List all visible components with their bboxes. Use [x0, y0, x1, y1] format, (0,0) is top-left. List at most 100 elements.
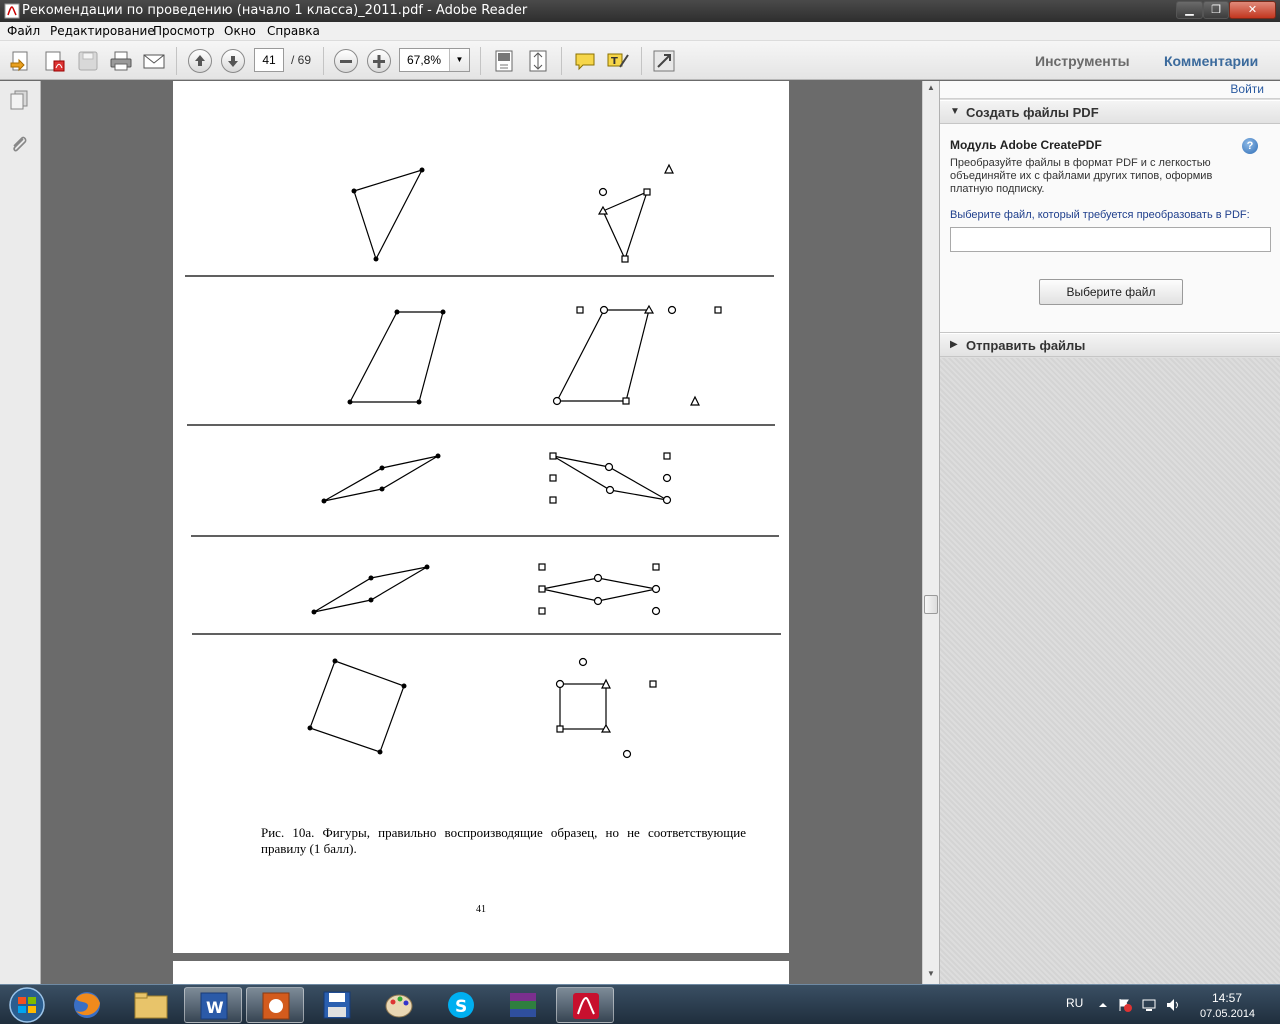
toolbar-separator	[561, 47, 562, 75]
create-pdf-header-label: Создать файлы PDF	[966, 105, 1099, 120]
page-number-footer: 41	[476, 904, 486, 915]
module-title: Модуль Adobe CreatePDF	[950, 138, 1102, 152]
network-icon[interactable]	[1141, 997, 1157, 1013]
taskbar-paint[interactable]	[370, 987, 428, 1023]
taskbar-adobe-reader[interactable]	[556, 987, 614, 1023]
clock-time[interactable]: 14:57	[1212, 991, 1242, 1005]
winrar-icon	[510, 993, 536, 1017]
document-view[interactable]: Рис. 10а. Фигуры, правильно воспроизводя…	[41, 81, 922, 984]
taskbar: W S RU 14:57 07.05.2014	[0, 984, 1280, 1024]
volume-icon[interactable]	[1165, 997, 1181, 1013]
menu-bar: Файл Редактирование Просмотр Окно Справк…	[0, 22, 1280, 41]
taskbar-save-app[interactable]	[308, 987, 366, 1023]
plus-icon	[373, 55, 385, 68]
choose-file-button[interactable]: Выберите файл	[1039, 279, 1183, 305]
toolbar-separator	[323, 47, 324, 75]
figure-caption: Рис. 10а. Фигуры, правильно воспроизводя…	[261, 825, 746, 856]
show-hidden-icons-icon[interactable]	[1095, 997, 1111, 1013]
taskbar-word[interactable]: W	[184, 987, 242, 1023]
attachments-icon[interactable]	[8, 133, 30, 155]
highlight-icon[interactable]: T	[606, 49, 630, 73]
firefox-icon	[74, 992, 100, 1018]
taskbar-explorer[interactable]	[122, 987, 180, 1023]
comment-icon[interactable]	[573, 49, 597, 73]
zoom-out-button[interactable]	[334, 49, 358, 73]
zoom-value: 67,8%	[407, 53, 442, 67]
panel-empty-area	[940, 358, 1280, 984]
send-files-header-label: Отправить файлы	[966, 338, 1086, 353]
login-link[interactable]: Войти	[1230, 82, 1264, 96]
open-file-icon[interactable]	[9, 49, 33, 73]
chevron-down-icon[interactable]: ▼	[449, 49, 469, 71]
adobe-reader-icon	[573, 993, 599, 1019]
create-pdf-icon[interactable]	[42, 49, 66, 73]
close-button[interactable]: ✕	[1229, 1, 1276, 19]
save-icon[interactable]	[76, 49, 100, 73]
fit-page-icon[interactable]	[492, 49, 516, 73]
send-files-section-header[interactable]: ▶ Отправить файлы	[940, 333, 1280, 357]
print-icon[interactable]	[109, 49, 133, 73]
comments-tab[interactable]: Комментарии	[1164, 53, 1258, 69]
create-pdf-section-header[interactable]: ▼ Создать файлы PDF	[940, 100, 1280, 124]
taskbar-powerpoint[interactable]	[246, 987, 304, 1023]
clock-date[interactable]: 07.05.2014	[1200, 1008, 1255, 1020]
folder-icon	[134, 992, 168, 1019]
tools-panel: Войти ▼ Создать файлы PDF Модуль Adobe C…	[939, 81, 1280, 984]
create-pdf-section: Модуль Adobe CreatePDF ? Преобразуйте фа…	[940, 124, 1280, 333]
taskbar-firefox[interactable]	[58, 987, 116, 1023]
palette-icon	[385, 994, 413, 1018]
floppy-icon	[323, 991, 351, 1019]
windows-start-icon[interactable]	[2, 986, 52, 1024]
window-title: Рекомендации по проведению (начало 1 кла…	[22, 3, 528, 18]
toolbar-separator	[176, 47, 177, 75]
panel-top-bar: Войти	[940, 81, 1280, 99]
language-indicator[interactable]: RU	[1066, 996, 1083, 1010]
taskbar-skype[interactable]: S	[432, 987, 490, 1023]
scroll-down-arrow-icon[interactable]: ▼	[927, 969, 935, 978]
svg-text:T: T	[611, 56, 618, 67]
menu-edit[interactable]: Редактирование	[50, 24, 155, 38]
tools-tab[interactable]: Инструменты	[1035, 53, 1130, 69]
left-navigation-pane	[0, 81, 41, 984]
file-path-input[interactable]	[950, 227, 1271, 252]
zoom-in-button[interactable]	[367, 49, 391, 73]
menu-file[interactable]: Файл	[7, 24, 40, 38]
minimize-button[interactable]: ▁	[1176, 1, 1203, 19]
maximize-button[interactable]: ❐	[1203, 1, 1229, 19]
page-number-input[interactable]: 41	[254, 48, 284, 72]
page-total: / 69	[291, 53, 312, 67]
action-center-icon[interactable]	[1117, 997, 1133, 1013]
page-thumbnails-icon[interactable]	[8, 89, 30, 111]
menu-view[interactable]: Просмотр	[153, 24, 215, 38]
choose-file-label: Выберите файл, который требуется преобра…	[950, 209, 1250, 221]
svg-text:W: W	[206, 998, 224, 1017]
arrow-up-icon	[195, 55, 205, 66]
minus-icon	[340, 60, 352, 63]
vertical-scrollbar[interactable]: ▲ ▼	[922, 81, 939, 984]
word-icon: W	[200, 992, 228, 1020]
svg-text:S: S	[455, 997, 467, 1017]
zoom-select[interactable]: 67,8% ▼	[399, 48, 470, 72]
help-icon[interactable]: ?	[1242, 138, 1258, 154]
next-pdf-page	[173, 961, 789, 984]
module-description: Преобразуйте файлы в формат PDF и с легк…	[950, 157, 1213, 195]
expanded-triangle-icon: ▼	[950, 106, 960, 117]
menu-help[interactable]: Справка	[267, 24, 320, 38]
toolbar-separator	[480, 47, 481, 75]
scrollbar-thumb[interactable]	[924, 595, 938, 614]
taskbar-winrar[interactable]	[494, 987, 552, 1023]
adobe-reader-icon	[4, 3, 20, 19]
skype-icon: S	[448, 992, 474, 1018]
pdf-page: Рис. 10а. Фигуры, правильно воспроизводя…	[173, 81, 789, 953]
scroll-up-arrow-icon[interactable]: ▲	[927, 83, 935, 92]
menu-window[interactable]: Окно	[224, 24, 256, 38]
fullscreen-icon[interactable]	[652, 49, 676, 73]
toolbar-separator	[641, 47, 642, 75]
figures-illustration	[185, 163, 781, 759]
previous-page-button[interactable]	[188, 49, 212, 73]
collapsed-triangle-icon: ▶	[950, 339, 958, 350]
next-page-button[interactable]	[221, 49, 245, 73]
arrow-down-icon	[228, 56, 238, 67]
email-icon[interactable]	[142, 49, 166, 73]
fit-width-icon[interactable]	[526, 49, 550, 73]
